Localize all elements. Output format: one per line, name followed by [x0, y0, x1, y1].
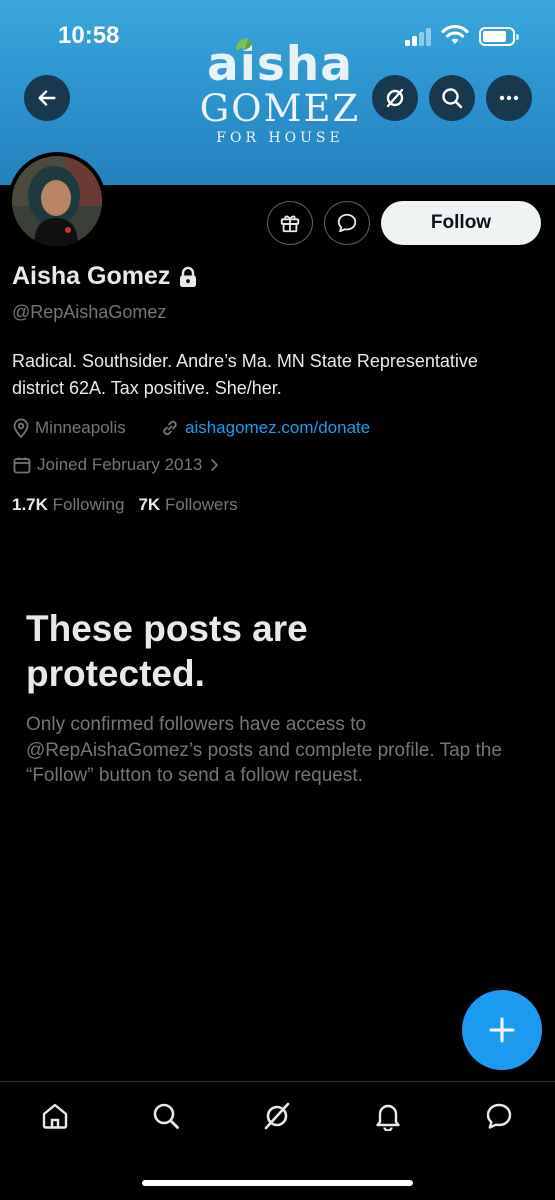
back-button[interactable]	[24, 75, 70, 121]
profile-name-row: Aisha Gomez	[12, 262, 198, 291]
following-label: Following	[52, 495, 125, 514]
chevron-right-icon	[210, 458, 220, 472]
protected-body: Only confirmed followers have access to …	[26, 714, 502, 786]
website-row[interactable]: aishagomez.com/donate	[160, 418, 370, 438]
avatar-photo	[12, 156, 102, 246]
cellular-signal-icon	[405, 28, 433, 46]
hide-button[interactable]	[372, 75, 418, 121]
location-icon	[12, 418, 30, 438]
message-icon	[337, 213, 357, 233]
plus-icon	[489, 1017, 515, 1043]
joined-row[interactable]: Joined February 2013	[12, 455, 225, 475]
tab-explore[interactable]	[146, 1096, 186, 1136]
hide-icon	[386, 88, 404, 108]
gift-button[interactable]	[267, 201, 313, 245]
campaign-logo: aisha GOMEZ FOR HOUSE	[180, 37, 380, 146]
followers-label: Followers	[164, 495, 238, 514]
avatar[interactable]	[8, 152, 106, 250]
leaf-icon	[236, 38, 253, 50]
link-icon	[160, 418, 180, 438]
messages-icon	[486, 1103, 512, 1129]
tab-grok[interactable]	[257, 1096, 297, 1136]
profile-handle: @RepAishaGomez	[12, 302, 167, 322]
lock-icon	[180, 266, 197, 287]
message-button[interactable]	[324, 201, 370, 245]
more-icon	[499, 95, 519, 101]
following-link[interactable]: 1.7K Following	[12, 495, 124, 515]
more-button[interactable]	[486, 75, 532, 121]
location-row: Minneapolis	[12, 418, 126, 438]
compose-button[interactable]	[462, 990, 542, 1070]
tab-messages[interactable]	[479, 1096, 519, 1136]
followers-count: 7K	[138, 495, 161, 514]
notifications-icon	[376, 1104, 400, 1131]
follow-button[interactable]: Follow	[381, 201, 541, 245]
grok-icon	[264, 1102, 290, 1130]
gift-icon	[280, 215, 300, 233]
profile-name: Aisha Gomez	[12, 262, 171, 290]
tab-notifications[interactable]	[368, 1096, 408, 1136]
follow-counts: 1.7K Following 7K Followers	[12, 495, 238, 515]
home-indicator	[142, 1180, 413, 1186]
logo-subtitle: FOR HOUSE	[216, 130, 344, 146]
back-arrow-icon	[38, 90, 56, 106]
profile-bio: Radical. Southsider. Andre’s Ma. MN Stat…	[12, 351, 478, 398]
search-icon	[442, 88, 463, 109]
header-banner: 10:58 aisha GOMEZ FOR HOUSE	[0, 0, 555, 185]
logo-last-name: GOMEZ	[199, 87, 361, 130]
followers-link[interactable]: 7K Followers	[138, 495, 237, 515]
wifi-icon	[441, 24, 469, 44]
explore-icon	[153, 1103, 179, 1129]
search-button[interactable]	[429, 75, 475, 121]
logo-first-name: aisha	[207, 37, 353, 92]
calendar-icon	[12, 455, 32, 475]
following-count: 1.7K	[12, 495, 48, 514]
home-icon	[42, 1103, 68, 1129]
location-text: Minneapolis	[35, 418, 126, 437]
website-link[interactable]: aishagomez.com/donate	[185, 418, 370, 438]
protected-title: These posts are protected.	[26, 608, 308, 694]
joined-text: Joined February 2013	[37, 455, 203, 474]
battery-icon	[479, 27, 519, 46]
status-time: 10:58	[58, 22, 120, 49]
tab-home[interactable]	[35, 1096, 75, 1136]
